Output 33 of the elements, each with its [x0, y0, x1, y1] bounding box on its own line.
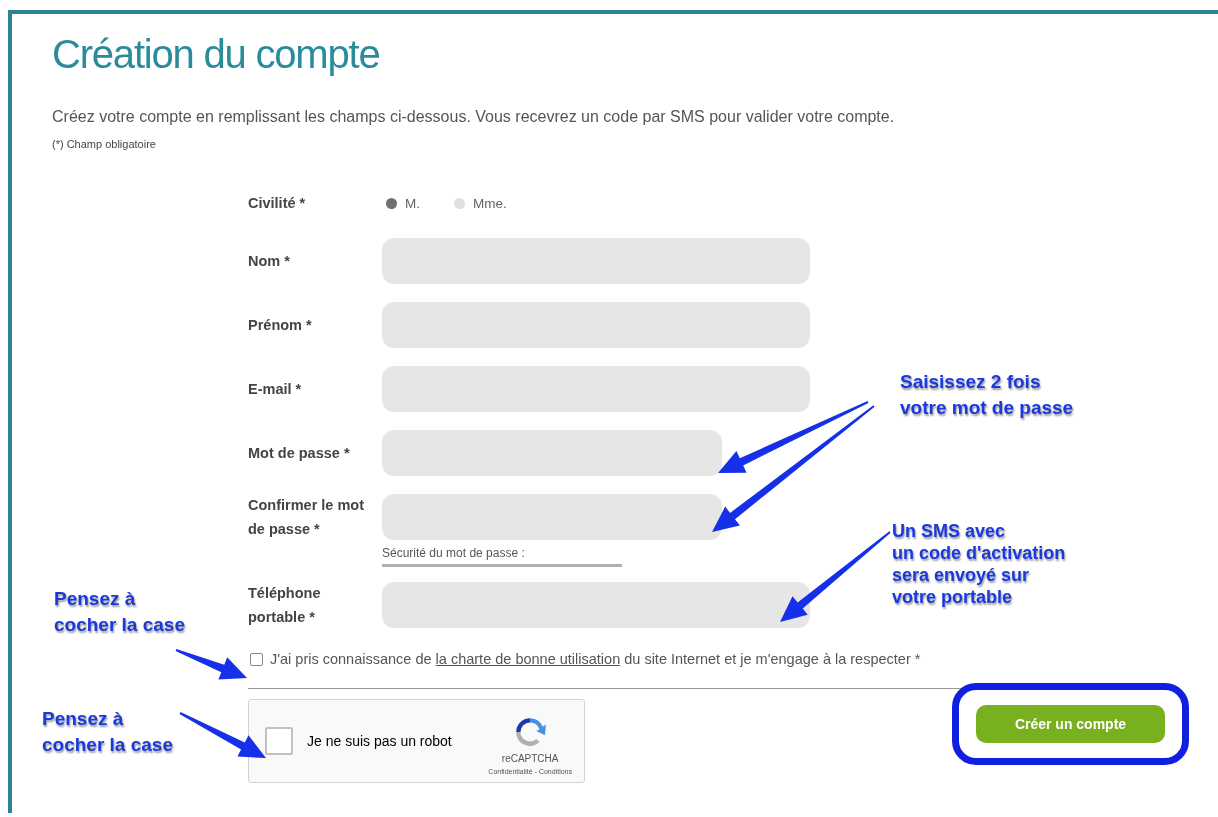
captcha-label: Je ne suis pas un robot — [307, 733, 453, 749]
input-field[interactable] — [382, 238, 810, 284]
callout-text: Pensez à cocher la case — [42, 707, 173, 757]
callout-text: Saisissez 2 fois votre mot de passe — [900, 370, 1074, 420]
field-label: Mot de passe * — [248, 444, 351, 463]
callout-arrow — [175, 649, 247, 680]
charter-link[interactable]: la charte de bonne utilisation — [435, 651, 621, 667]
checkbox[interactable] — [250, 652, 263, 666]
circular-arrows-icon — [513, 715, 548, 749]
captcha-checkbox[interactable] — [265, 727, 293, 755]
callout-text: Pensez à cocher la case — [54, 587, 185, 637]
page-title: Création du compte — [52, 31, 381, 78]
field-label: Téléphone portable * — [248, 584, 322, 627]
field-label: Civilité * — [248, 194, 307, 213]
terms-text: J'ai pris connaissance de la charte de bonne utilisation du site Internet et je m'engage à la respecter * — [270, 651, 921, 667]
input-field[interactable] — [382, 582, 810, 628]
radio-button[interactable] — [454, 197, 465, 209]
input-field[interactable] — [382, 302, 810, 348]
password-field[interactable] — [382, 430, 722, 476]
input-field[interactable] — [382, 366, 810, 412]
field-label: E-mail * — [248, 380, 303, 399]
field-label: Prénom * — [248, 316, 313, 335]
callout-text: Un SMS avec un code d'activation sera envoyé sur votre portable — [892, 520, 1066, 608]
strength-label: Sécurité du mot de passe : — [382, 546, 526, 561]
radio-label: Mme. — [473, 195, 507, 211]
intro-text: Créez votre compte en remplissant les champs ci-dessous. Vous recevrez un code par SMS pour valider votre compte. — [52, 107, 896, 127]
radio-button[interactable] — [386, 197, 397, 209]
required-note: (*) Champ obligatoire — [52, 137, 157, 152]
password-field[interactable] — [382, 494, 722, 540]
field-label: Nom * — [248, 252, 291, 271]
captcha-brand: reCAPTCHA — [501, 753, 559, 764]
radio-label: M. — [405, 195, 420, 211]
field-label: Confirmer le mot de passe * — [248, 496, 365, 539]
